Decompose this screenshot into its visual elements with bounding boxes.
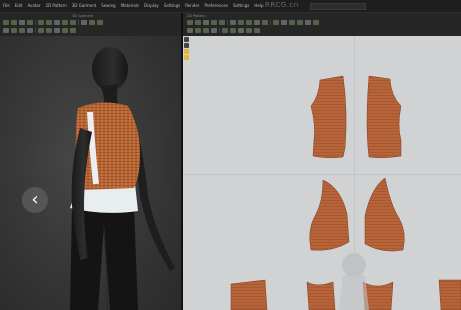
- garment-tool-icon[interactable]: [3, 28, 9, 33]
- menu-item[interactable]: Sewing: [101, 0, 115, 12]
- rectangle-tool-icon[interactable]: [211, 20, 217, 25]
- simulate-tool-icon[interactable]: [62, 20, 68, 25]
- pattern-piece-back-right: [364, 177, 405, 252]
- watermark: RRCG.cn: [265, 1, 299, 9]
- tack-tool-icon[interactable]: [46, 20, 52, 25]
- dart-tool-icon[interactable]: [238, 20, 244, 25]
- button-2d-icon[interactable]: [238, 28, 244, 33]
- measure-tool-icon[interactable]: [54, 20, 60, 25]
- ruler-tool-icon[interactable]: [313, 20, 319, 25]
- transform-pattern-icon[interactable]: [187, 20, 193, 25]
- seam-tool-icon[interactable]: [11, 28, 17, 33]
- menu-item[interactable]: Materials: [121, 0, 139, 12]
- slash-spread-icon[interactable]: [211, 28, 217, 33]
- toolbar-separator: [35, 28, 36, 33]
- topstitch-tool-icon[interactable]: [54, 28, 60, 33]
- menu-item[interactable]: 3D Garment: [72, 0, 96, 12]
- internal-line-icon[interactable]: [230, 20, 236, 25]
- toolbar-2d-label: 2D Pattern: [187, 14, 206, 18]
- mirror-tool-icon[interactable]: [187, 28, 193, 33]
- brush-tool-icon[interactable]: [97, 20, 103, 25]
- toolbar-separator: [35, 20, 36, 25]
- pattern-piece-bottom-2: [306, 281, 336, 310]
- avatar-tool-icon[interactable]: [81, 20, 87, 25]
- zipper-2d-icon[interactable]: [246, 28, 252, 33]
- free-sewing-icon[interactable]: [262, 20, 268, 25]
- grid-line: [354, 36, 355, 310]
- toolbar-separator: [78, 20, 79, 25]
- polygon-tool-icon[interactable]: [203, 20, 209, 25]
- grading-tool-icon[interactable]: [297, 20, 303, 25]
- arrange-tool-icon[interactable]: [70, 20, 76, 25]
- menu-item[interactable]: Preferences: [204, 0, 228, 12]
- pointer-tool-icon[interactable]: [184, 37, 189, 42]
- avatar-figure: [70, 47, 175, 310]
- menu-item[interactable]: Help: [254, 0, 263, 12]
- pattern-vertical-tools: [183, 36, 190, 76]
- rotate-tool-icon[interactable]: [19, 20, 25, 25]
- offset-tool-icon[interactable]: [195, 28, 201, 33]
- menu-item[interactable]: Display: [144, 0, 159, 12]
- zoom-tool-icon[interactable]: [184, 43, 189, 48]
- texture-tool-icon[interactable]: [89, 20, 95, 25]
- toolbar-3d-label: 3D Garment: [72, 14, 94, 18]
- trace-tool-icon[interactable]: [246, 20, 252, 25]
- pattern-window-2d[interactable]: [183, 36, 461, 310]
- menu-items: File Edit Avatar 2D Pattern 3D Garment Sewing…: [3, 0, 264, 12]
- button-tool-icon[interactable]: [19, 28, 25, 33]
- grid-line: [183, 174, 461, 175]
- fill-tool-icon[interactable]: [184, 55, 189, 60]
- menu-item[interactable]: Edit: [15, 0, 23, 12]
- menu-item[interactable]: Avatar: [27, 0, 40, 12]
- notch-tool-icon[interactable]: [289, 20, 295, 25]
- pattern-piece-front-left: [310, 75, 347, 159]
- texture-2d-icon[interactable]: [222, 28, 228, 33]
- menu-item[interactable]: Settings: [164, 0, 180, 12]
- pattern-pieces: [230, 75, 461, 310]
- puckering-tool-icon[interactable]: [38, 28, 44, 33]
- highlight-tool-icon[interactable]: [184, 49, 189, 54]
- menu-item[interactable]: Render: [185, 0, 199, 12]
- gather-tool-icon[interactable]: [281, 20, 287, 25]
- annotation-tool-icon[interactable]: [305, 20, 311, 25]
- menu-item[interactable]: File: [3, 0, 10, 12]
- select-tool-icon[interactable]: [3, 20, 9, 25]
- prev-button[interactable]: ‹: [22, 187, 48, 213]
- stitch-tool-icon[interactable]: [46, 28, 52, 33]
- toolbar-separator: [227, 20, 228, 25]
- menu-item[interactable]: 2D Pattern: [45, 0, 66, 12]
- viewport-3d[interactable]: ‹: [0, 36, 181, 310]
- toolbar-separator: [219, 28, 220, 33]
- chevron-left-icon: ‹: [31, 189, 39, 210]
- pleat-tool-icon[interactable]: [273, 20, 279, 25]
- menubar-right: [310, 2, 450, 10]
- graphic-tool-icon[interactable]: [62, 28, 68, 33]
- toolbar-3d: 3D Garment: [0, 13, 181, 36]
- fold-tool-icon[interactable]: [38, 20, 44, 25]
- pattern-piece-bottom-4: [438, 279, 461, 310]
- search-input[interactable]: [310, 2, 366, 10]
- binding-2d-icon[interactable]: [254, 28, 260, 33]
- edit-texture-tool-icon[interactable]: [70, 28, 76, 33]
- segment-sewing-icon[interactable]: [254, 20, 260, 25]
- pattern-piece-front-right: [366, 75, 402, 159]
- move-tool-icon[interactable]: [11, 20, 17, 25]
- pattern-piece-bottom-1: [230, 279, 268, 310]
- graphic-2d-icon[interactable]: [230, 28, 236, 33]
- menu-bar: File Edit Avatar 2D Pattern 3D Garment Sewing…: [0, 0, 461, 13]
- pattern-piece-back-left: [309, 179, 350, 251]
- toolbar-separator: [270, 20, 271, 25]
- circle-tool-icon[interactable]: [219, 20, 225, 25]
- zipper-tool-icon[interactable]: [27, 28, 33, 33]
- fillet-tool-icon[interactable]: [203, 28, 209, 33]
- toolbar-2d: 2D Pattern: [183, 13, 461, 36]
- edit-pattern-icon[interactable]: [195, 20, 201, 25]
- pin-tool-icon[interactable]: [27, 20, 33, 25]
- menu-item[interactable]: Settings: [233, 0, 249, 12]
